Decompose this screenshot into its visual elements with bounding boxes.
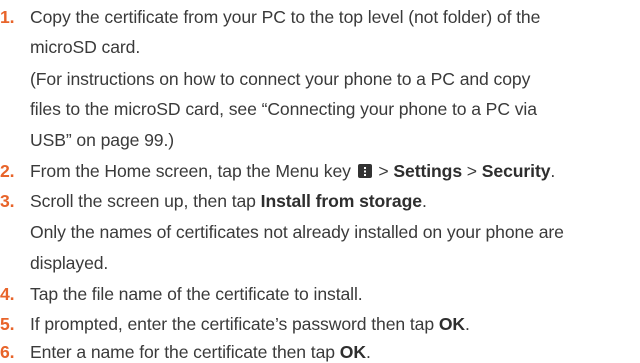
step-1-text-line-4: files to the microSD card, see “Connecti… bbox=[30, 99, 537, 119]
step-2-text: From the Home screen, tap the Menu key bbox=[30, 161, 356, 181]
step-2: 2. From the Home screen, tap the Menu key… bbox=[0, 160, 555, 182]
step-3-install-from-storage: Install from storage bbox=[260, 191, 422, 211]
step-5-ok: OK bbox=[438, 314, 466, 334]
step-2-settings: Settings bbox=[393, 161, 463, 181]
step-3-note-line-1: Only the names of certificates not alrea… bbox=[30, 222, 564, 242]
step-6-number: 6. bbox=[0, 342, 15, 362]
step-1-text-line-5: USB” on page 99.) bbox=[30, 130, 175, 150]
step-6-text: Enter a name for the certificate then ta… bbox=[30, 342, 340, 362]
step-3-text: Scroll the screen up, then tap bbox=[30, 191, 261, 211]
step-3: 3. Scroll the screen up, then tap Install… bbox=[0, 190, 427, 212]
step-1-number: 1. bbox=[0, 7, 15, 27]
step-2-end: . bbox=[550, 161, 556, 181]
step-5-end: . bbox=[465, 314, 470, 334]
step-6-end: . bbox=[365, 342, 371, 362]
step-6: 6. Enter a name for the certificate then … bbox=[0, 341, 371, 363]
step-1-line-1: 1. Copy the certificate from your PC to t… bbox=[0, 6, 540, 28]
step-4-number: 4. bbox=[0, 284, 15, 304]
step-3-number: 3. bbox=[0, 191, 15, 211]
step-5-number: 5. bbox=[0, 314, 15, 334]
menu-key-icon bbox=[357, 164, 372, 178]
step-2-separator-1: > bbox=[373, 161, 394, 181]
step-4-text: Tap the file name of the certificate to … bbox=[30, 284, 363, 304]
step-1-text-line-2: microSD card. bbox=[30, 37, 141, 57]
step-4: 4. Tap the file name of the certificate t… bbox=[0, 283, 363, 305]
instructions-document: 1. Copy the certificate from your PC to t… bbox=[0, 0, 640, 363]
step-2-separator-2: > bbox=[462, 161, 482, 181]
step-6-ok: OK bbox=[339, 342, 366, 362]
step-5: 5. If prompted, enter the certificate’s p… bbox=[0, 313, 470, 335]
step-3-note-line-2: displayed. bbox=[30, 253, 109, 273]
step-3-end: . bbox=[421, 191, 427, 211]
step-2-security: Security bbox=[481, 161, 551, 181]
step-2-number: 2. bbox=[0, 161, 15, 181]
step-1-text-line-3: (For instructions on how to connect your… bbox=[30, 69, 531, 89]
step-1-text-line-1: Copy the certificate from your PC to the… bbox=[30, 7, 541, 27]
step-5-text: If prompted, enter the certificate’s pas… bbox=[30, 314, 439, 334]
